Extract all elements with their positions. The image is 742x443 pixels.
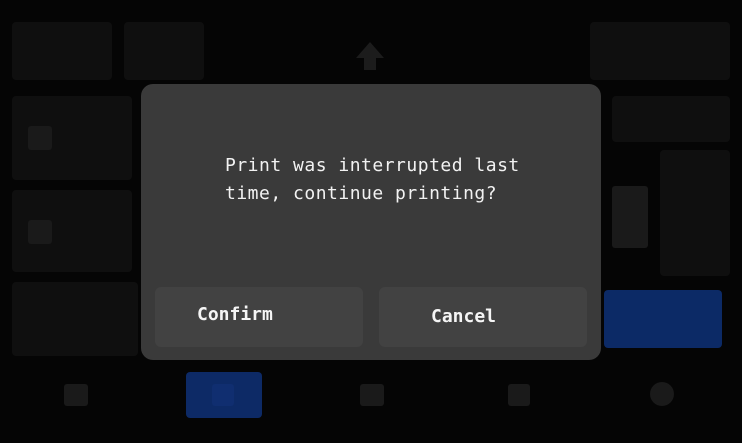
files-icon (212, 384, 234, 406)
dialog-message: Print was interrupted last time, continu… (225, 155, 520, 204)
bg-left-icon-2 (28, 220, 52, 244)
bg-top-right-panel (590, 22, 730, 80)
bg-blue-button (604, 290, 722, 348)
upload-icon (350, 36, 390, 81)
bg-left-icon-1 (28, 126, 52, 150)
bg-top-left-panel (12, 22, 112, 80)
bg-top-left-panel-2 (124, 22, 204, 80)
bg-right-panel-2 (660, 150, 730, 276)
confirm-button[interactable]: Confirm (155, 287, 363, 347)
bg-bottom-left-panel (12, 282, 138, 356)
print-icon (360, 384, 384, 406)
cancel-button[interactable]: Cancel (379, 287, 587, 347)
home-icon (64, 384, 88, 406)
cancel-button-label: Cancel (431, 306, 497, 327)
confirm-button-label: Confirm (197, 304, 273, 325)
printer-screen: Print was interrupted last time, continu… (0, 0, 742, 443)
bg-right-slider (612, 186, 648, 248)
settings-icon (650, 382, 674, 406)
resume-print-dialog: Print was interrupted last time, continu… (141, 84, 601, 360)
bg-right-panel-1 (612, 96, 730, 142)
tools-icon (508, 384, 530, 406)
